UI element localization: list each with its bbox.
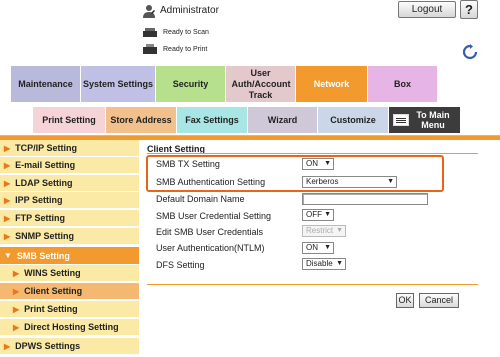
triangle-right-icon: ▶ — [4, 341, 11, 351]
dfs-setting-select[interactable]: Disable ▼ — [302, 258, 346, 270]
triangle-right-icon: ▶ — [4, 213, 11, 223]
user-auth-ntlm-select[interactable]: ON ▼ — [302, 242, 334, 254]
to-main-menu-label: To Main Menu — [416, 110, 450, 130]
user-label: Administrator — [160, 5, 219, 16]
triangle-right-icon: ▶ — [4, 143, 11, 153]
sidebar-item-label: IPP Setting — [15, 195, 63, 205]
ok-button[interactable]: OK — [396, 293, 414, 308]
smb-user-credential-label: SMB User Credential Setting — [156, 211, 272, 221]
smb-auth-setting-select[interactable]: Kerberos ▼ — [302, 176, 397, 188]
smb-tx-setting-label: SMB TX Setting — [156, 159, 220, 169]
user-auth-ntlm-label: User Authentication(NTLM) — [156, 243, 265, 253]
sidebar-item-print-setting[interactable]: ▶ Print Setting — [0, 301, 139, 318]
sidebar-item-label: Direct Hosting Setting — [24, 322, 119, 332]
tab-box[interactable]: Box — [368, 66, 438, 102]
tab-user-auth-account-track[interactable]: User Auth/Account Track — [226, 66, 296, 102]
sidebar-item-label: TCP/IP Setting — [15, 143, 77, 153]
sidebar-item-label: E-mail Setting — [15, 160, 76, 170]
smb-tx-setting-select[interactable]: ON ▼ — [302, 158, 334, 170]
smb-auth-setting-value: Kerberos — [306, 177, 339, 186]
triangle-down-icon: ▼ — [4, 251, 12, 260]
sidebar-item-label: FTP Setting — [15, 213, 65, 223]
sidebar-item-label: SMB Setting — [16, 250, 70, 261]
subtab-fax-settings[interactable]: Fax Settings — [177, 107, 248, 133]
chevron-down-icon: ▼ — [387, 178, 394, 185]
sidebar-item-email[interactable]: ▶ E-mail Setting — [0, 157, 139, 174]
edit-smb-credentials-label: Edit SMB User Credentials — [156, 227, 264, 237]
sidebar-item-ldap[interactable]: ▶ LDAP Setting — [0, 175, 139, 192]
chevron-down-icon: ▼ — [336, 227, 343, 234]
tab-security[interactable]: Security — [156, 66, 226, 102]
scan-status-text: Ready to Scan — [163, 29, 209, 36]
tab-network[interactable]: Network — [296, 66, 368, 102]
sidebar-item-tcpip[interactable]: ▶ TCP/IP Setting — [0, 140, 139, 157]
triangle-right-icon: ▶ — [4, 160, 11, 170]
title-rule — [147, 153, 478, 154]
sidebar-item-ftp[interactable]: ▶ FTP Setting — [0, 210, 139, 227]
edit-smb-credentials-value: Restrict — [306, 226, 334, 235]
scan-status: Ready to Scan — [142, 27, 209, 38]
smb-user-credential-select[interactable]: OFF ▼ — [302, 209, 334, 221]
sidebar-item-label: WINS Setting — [24, 268, 81, 278]
default-domain-label: Default Domain Name — [156, 194, 245, 204]
user-auth-ntlm-value: ON — [306, 243, 318, 252]
dfs-setting-label: DFS Setting — [156, 260, 205, 270]
chevron-down-icon: ▼ — [324, 244, 331, 251]
smb-user-credential-value: OFF — [306, 210, 322, 219]
triangle-right-icon: ▶ — [13, 304, 20, 314]
triangle-right-icon: ▶ — [4, 231, 11, 241]
edit-smb-credentials-select[interactable]: Restrict ▼ — [302, 225, 346, 237]
triangle-right-icon: ▶ — [13, 286, 20, 296]
refresh-icon[interactable] — [462, 44, 478, 60]
sidebar-item-label: DPWS Settings — [15, 341, 81, 351]
to-main-menu-button[interactable]: To Main Menu — [389, 107, 461, 133]
bottom-rule — [147, 284, 478, 285]
smb-tx-setting-value: ON — [306, 159, 318, 168]
logout-button[interactable]: Logout — [398, 1, 456, 18]
triangle-right-icon: ▶ — [4, 178, 11, 188]
sidebar-item-direct-hosting[interactable]: ▶ Direct Hosting Setting — [0, 319, 139, 336]
cancel-button[interactable]: Cancel — [419, 293, 459, 308]
tab-user-auth-label: User Auth/Account Track — [231, 67, 291, 100]
print-status-text: Ready to Print — [163, 46, 208, 53]
chevron-down-icon: ▼ — [324, 211, 331, 218]
smb-auth-setting-label: SMB Authentication Setting — [156, 177, 266, 187]
printer-icon — [143, 44, 157, 54]
triangle-right-icon: ▶ — [13, 322, 20, 332]
triangle-right-icon: ▶ — [13, 268, 20, 278]
subtab-print-setting[interactable]: Print Setting — [33, 107, 106, 133]
sidebar-item-label: SNMP Setting — [15, 231, 74, 241]
sidebar-item-label: LDAP Setting — [15, 178, 73, 188]
sidebar-item-dpws[interactable]: ▶ DPWS Settings — [0, 338, 139, 355]
sidebar-item-snmp[interactable]: ▶ SNMP Setting — [0, 228, 139, 245]
print-status: Ready to Print — [142, 44, 207, 55]
sidebar-item-smb[interactable]: ▼ SMB Setting — [0, 247, 139, 265]
tab-system-settings[interactable]: System Settings — [81, 66, 156, 102]
sidebar-item-client-setting[interactable]: ▶ Client Setting — [0, 283, 139, 300]
subtab-wizard[interactable]: Wizard — [248, 107, 318, 133]
main-menu-icon — [393, 114, 409, 126]
sidebar-item-ipp[interactable]: ▶ IPP Setting — [0, 192, 139, 209]
administrator-icon — [143, 5, 155, 18]
sidebar-item-wins[interactable]: ▶ WINS Setting — [0, 265, 139, 282]
triangle-right-icon: ▶ — [4, 195, 11, 205]
dfs-setting-value: Disable — [306, 259, 333, 268]
chevron-down-icon: ▼ — [336, 260, 343, 267]
sidebar-item-label: Print Setting — [24, 304, 78, 314]
default-domain-input[interactable] — [302, 193, 428, 205]
chevron-down-icon: ▼ — [324, 160, 331, 167]
help-button[interactable]: ? — [460, 0, 478, 19]
subtab-customize[interactable]: Customize — [318, 107, 389, 133]
tab-maintenance[interactable]: Maintenance — [11, 66, 81, 102]
subtab-store-address[interactable]: Store Address — [106, 107, 177, 133]
sidebar-item-label: Client Setting — [24, 286, 83, 296]
scanner-icon — [143, 28, 157, 37]
